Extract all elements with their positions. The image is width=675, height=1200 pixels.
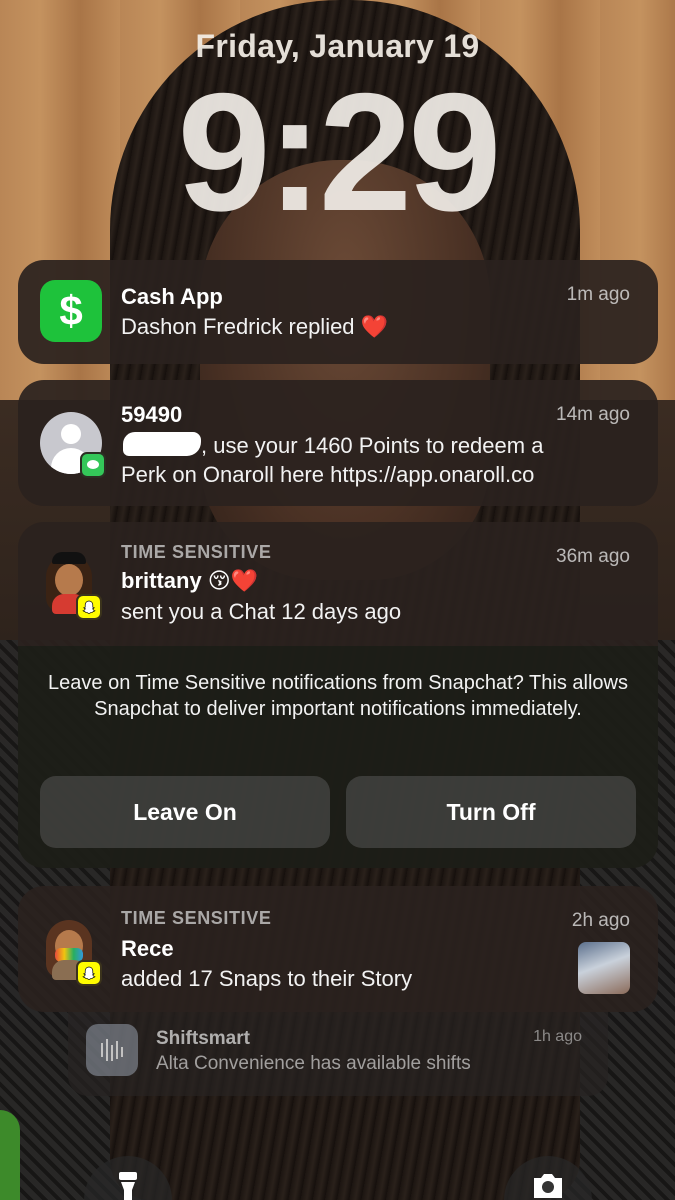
notification-timestamp: 1m ago [566, 284, 630, 305]
time-sensitive-label: TIME SENSITIVE [121, 542, 272, 562]
leave-on-button[interactable]: Leave On [40, 776, 330, 848]
notification-title: Rece [121, 936, 174, 961]
camera-icon [534, 1174, 562, 1198]
messages-badge-icon [80, 452, 106, 478]
notification-sms-59490[interactable]: 59490 14m ago , use your 1460 Points to … [18, 380, 658, 506]
time-sensitive-prompt: Leave on Time Sensitive notifications fr… [18, 646, 658, 868]
notification-body-line2: Perk on Onaroll here https://app.onaroll… [121, 462, 535, 487]
lockscreen-clock: 9:29 [177, 58, 501, 246]
dollar-sign-icon: $ [40, 280, 102, 342]
notification-title: Shiftsmart [156, 1028, 250, 1049]
time-sensitive-prompt-message: Leave on Time Sensitive notifications fr… [48, 672, 628, 720]
story-thumbnail [578, 942, 630, 994]
notification-timestamp: 2h ago [571, 910, 630, 931]
notification-title: 59490 [121, 402, 183, 427]
notification-title: Cash App [121, 284, 223, 309]
flashlight-icon [119, 1172, 137, 1200]
notification-snapchat-rece[interactable]: TIME SENSITIVE 2h ago Rece added 17 Snap… [18, 886, 658, 1012]
notification-timestamp: 14m ago [556, 404, 630, 425]
notification-cashapp[interactable]: $ Cash App 1m ago Dashon Fredrick replie… [18, 260, 658, 364]
notification-body: sent you a Chat 12 days ago [121, 599, 402, 624]
notification-timestamp: 36m ago [556, 546, 630, 567]
shiftsmart-icon [86, 1024, 138, 1076]
snapchat-ghost-icon [76, 594, 102, 620]
heart-emoji-icon: ❤️ [360, 314, 389, 339]
shiftsmart-bars-icon [101, 1039, 123, 1061]
notification-body-line1: , use your 1460 Points to redeem a [121, 432, 543, 459]
notification-shiftsmart-stacked[interactable]: Shiftsmart 1h ago Alta Convenience has a… [68, 1010, 608, 1096]
redacted-name-scribble [123, 432, 201, 456]
notification-body: Dashon Fredrick replied ❤️ [121, 314, 389, 339]
wallpaper-plant [0, 1110, 20, 1200]
turn-off-button[interactable]: Turn Off [346, 776, 636, 848]
notification-timestamp: 1h ago [533, 1028, 582, 1045]
notification-body: added 17 Snaps to their Story [121, 966, 413, 991]
notification-snapchat-brittany[interactable]: TIME SENSITIVE 36m ago brittany 😚❤️ sent… [18, 522, 658, 868]
notification-title: brittany 😚❤️ [121, 568, 259, 593]
time-sensitive-label: TIME SENSITIVE [121, 908, 272, 928]
notification-body: Alta Convenience has available shifts [156, 1053, 471, 1074]
snapchat-ghost-icon [76, 960, 102, 986]
